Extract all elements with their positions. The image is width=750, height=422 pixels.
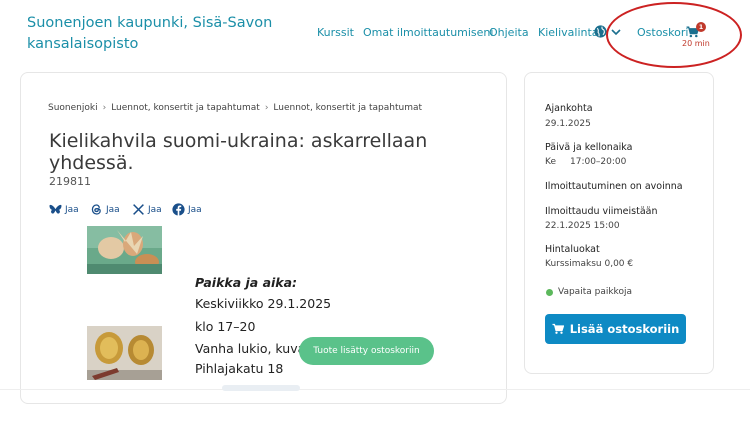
time-value: 17:00–20:00 <box>570 157 627 167</box>
course-title: Kielikahvila suomi-ukraina: askarrellaan… <box>49 130 428 174</box>
availability-text: Vapaita paikkoja <box>558 287 632 297</box>
nav-omat-ilmoittautumiseni[interactable]: Omat ilmoittautumiseni <box>363 26 493 39</box>
course-code: 219811 <box>49 175 91 188</box>
add-to-cart-label: Lisää ostoskoriin <box>569 322 680 336</box>
add-to-cart-button[interactable]: Lisää ostoskoriin <box>545 314 686 344</box>
place-line-date: Keskiviikko 29.1.2025 <box>195 296 332 311</box>
registration-status: Ilmoittautuminen on avoinna <box>545 181 683 192</box>
deadline-label: Ilmoittaudu viimeistään <box>545 206 658 217</box>
availability-status-dot <box>546 289 553 296</box>
price-classes-label: Hintaluokat <box>545 244 600 255</box>
bluesky-icon <box>49 204 62 214</box>
threads-icon <box>91 204 101 215</box>
partially-visible-element <box>222 385 300 391</box>
ajankohta-label: Ajankohta <box>545 103 593 114</box>
craft-photo-top <box>87 226 162 274</box>
share-label: Jaa <box>148 204 162 215</box>
paiva-kellonaika-label: Päivä ja kellonaika <box>545 142 633 153</box>
weekday-value: Ke <box>545 157 556 167</box>
share-label: Jaa <box>65 204 79 215</box>
nav-ohjeita[interactable]: Ohjeita <box>489 26 529 39</box>
x-icon <box>133 204 144 215</box>
content-divider <box>0 389 750 390</box>
share-label: Jaa <box>188 204 202 215</box>
nav-kurssit[interactable]: Kurssit <box>317 26 354 39</box>
breadcrumb-item[interactable]: Luennot, konsertit ja tapahtumat <box>273 103 422 113</box>
nav-kielivalinta[interactable]: Kielivalinta <box>538 26 599 39</box>
share-facebook-button[interactable]: Jaa <box>172 203 202 216</box>
highlight-annotation-ellipse <box>606 2 742 68</box>
breadcrumb-separator: › <box>102 103 107 113</box>
place-line-address: Pihlajakatu 18 <box>195 361 284 376</box>
place-time-heading: Paikka ja aika: <box>195 275 298 290</box>
breadcrumb: Suonenjoki › Luennot, konsertit ja tapahtu… <box>48 103 422 113</box>
share-x-button[interactable]: Jaa <box>132 203 162 216</box>
craft-photo-bottom <box>87 326 162 380</box>
share-bluesky-button[interactable]: Jaa <box>49 203 79 216</box>
deadline-value: 22.1.2025 15:00 <box>545 221 620 231</box>
share-threads-button[interactable]: Jaa <box>90 203 120 216</box>
price-value: Kurssimaksu 0,00 € <box>545 259 634 269</box>
place-line-location: Vanha lukio, kuvat <box>195 341 311 356</box>
site-brand[interactable]: Suonenjoen kaupunki, Sisä-Savon kansalai… <box>27 13 287 55</box>
ajankohta-value: 29.1.2025 <box>545 119 591 129</box>
breadcrumb-item[interactable]: Luennot, konsertit ja tapahtumat <box>111 103 260 113</box>
breadcrumb-item[interactable]: Suonenjoki <box>48 103 98 113</box>
facebook-icon <box>172 203 185 216</box>
share-label: Jaa <box>106 204 120 215</box>
breadcrumb-separator: › <box>264 103 269 113</box>
place-line-time: klo 17–20 <box>195 319 256 334</box>
added-to-cart-toast: Tuote lisätty ostoskoriin <box>299 337 434 365</box>
shopping-cart-icon <box>552 323 564 334</box>
